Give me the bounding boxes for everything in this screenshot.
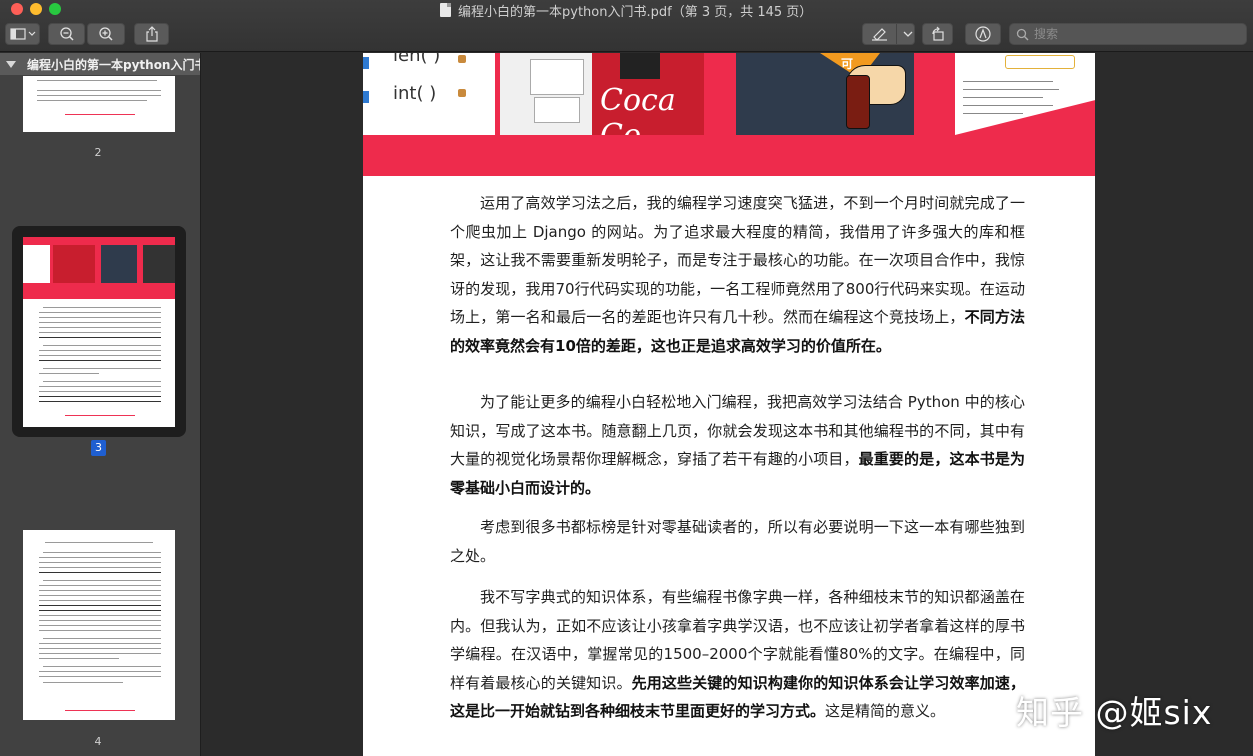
thumb-text-line <box>37 100 147 101</box>
thumb-banner <box>23 237 175 299</box>
page-thumbnail-4[interactable] <box>23 530 175 720</box>
sidebar-icon <box>9 28 35 40</box>
search-icon <box>1016 28 1029 40</box>
button-divider <box>896 24 897 44</box>
page-number-2: 2 <box>94 146 102 159</box>
thumb-text-line <box>37 90 161 91</box>
zhihu-watermark: 知乎 @姬six <box>1016 693 1213 732</box>
sidebar-toggle-button[interactable] <box>5 23 40 45</box>
zoom-out-button[interactable] <box>48 23 85 45</box>
pdf-page-3: len( ) int( ) Coca Co 可 <box>363 53 1095 756</box>
cover-banner: len( ) int( ) Coca Co 可 <box>363 53 1095 176</box>
coca-cola-illustration-card: Coca Co <box>500 53 704 135</box>
window-title: 编程小白的第一本python入门书.pdf（第 3 页，共 145 页） <box>440 1 813 20</box>
paragraph-2: 为了能让更多的编程小白轻松地入门编程，我把高效学习法结合 Python 中的核心… <box>450 393 1025 497</box>
hand-with-cola-illustration-card: 可 <box>736 53 914 135</box>
zoom-in-icon <box>99 27 113 41</box>
window-title-text: 编程小白的第一本python入门书.pdf（第 3 页，共 145 页） <box>458 4 813 20</box>
thumb-text-line <box>37 80 157 81</box>
page-thumbnail-2[interactable] <box>23 76 175 132</box>
window-toolbar: 编程小白的第一本python入门书.pdf（第 3 页，共 145 页） <box>0 0 1253 52</box>
minimize-window-button[interactable] <box>30 3 42 15</box>
thumb-footer-line <box>65 114 135 115</box>
search-input[interactable] <box>1034 27 1234 41</box>
pdf-document-icon <box>440 3 451 17</box>
search-field[interactable] <box>1009 23 1247 45</box>
close-window-button[interactable] <box>11 3 23 15</box>
code-sheet-illustration-card <box>945 53 1095 135</box>
code-illustration-card: len( ) int( ) <box>363 53 495 135</box>
highlighter-icon <box>872 28 887 41</box>
markup-pen-icon <box>975 26 991 42</box>
page-thumbnail-3[interactable] <box>23 237 175 427</box>
page-number-4: 4 <box>94 735 102 748</box>
page-number-3-selected: 3 <box>91 440 106 456</box>
disclosure-triangle-icon[interactable] <box>6 60 16 68</box>
document-view[interactable]: len( ) int( ) Coca Co 可 <box>202 53 1253 756</box>
zoom-in-button[interactable] <box>87 23 125 45</box>
thumbnail-sidebar[interactable]: 编程小白的第一本python入门书.pdf 2 <box>0 53 201 756</box>
zoom-out-icon <box>59 27 74 41</box>
rotate-icon <box>931 26 944 41</box>
chevron-down-icon[interactable] <box>902 30 914 38</box>
paragraph-3: 考虑到很多书都标榜是针对零基础读者的，所以有必要说明一下这一本有哪些独到之处。 <box>450 518 1025 565</box>
share-button[interactable] <box>134 23 169 45</box>
fullscreen-window-button[interactable] <box>49 3 61 15</box>
share-icon <box>145 26 158 42</box>
paragraph-4: 我不写字典式的知识体系，有些编程书像字典一样，各种细枝末节的知识都涵盖在内。但我… <box>450 588 1025 720</box>
thumb-text-line <box>37 95 161 96</box>
sidebar-document-header[interactable]: 编程小白的第一本python入门书.pdf <box>0 53 200 75</box>
markup-highlight-button[interactable] <box>862 23 915 45</box>
markup-toolbar-button[interactable] <box>965 23 1001 45</box>
rotate-button[interactable] <box>922 23 953 45</box>
sidebar-document-title: 编程小白的第一本python入门书.pdf <box>27 57 200 72</box>
paragraph-1: 运用了高效学习法之后，我的编程学习速度突飞猛进，不到一个月时间就完成了一个爬虫加… <box>450 194 1025 355</box>
